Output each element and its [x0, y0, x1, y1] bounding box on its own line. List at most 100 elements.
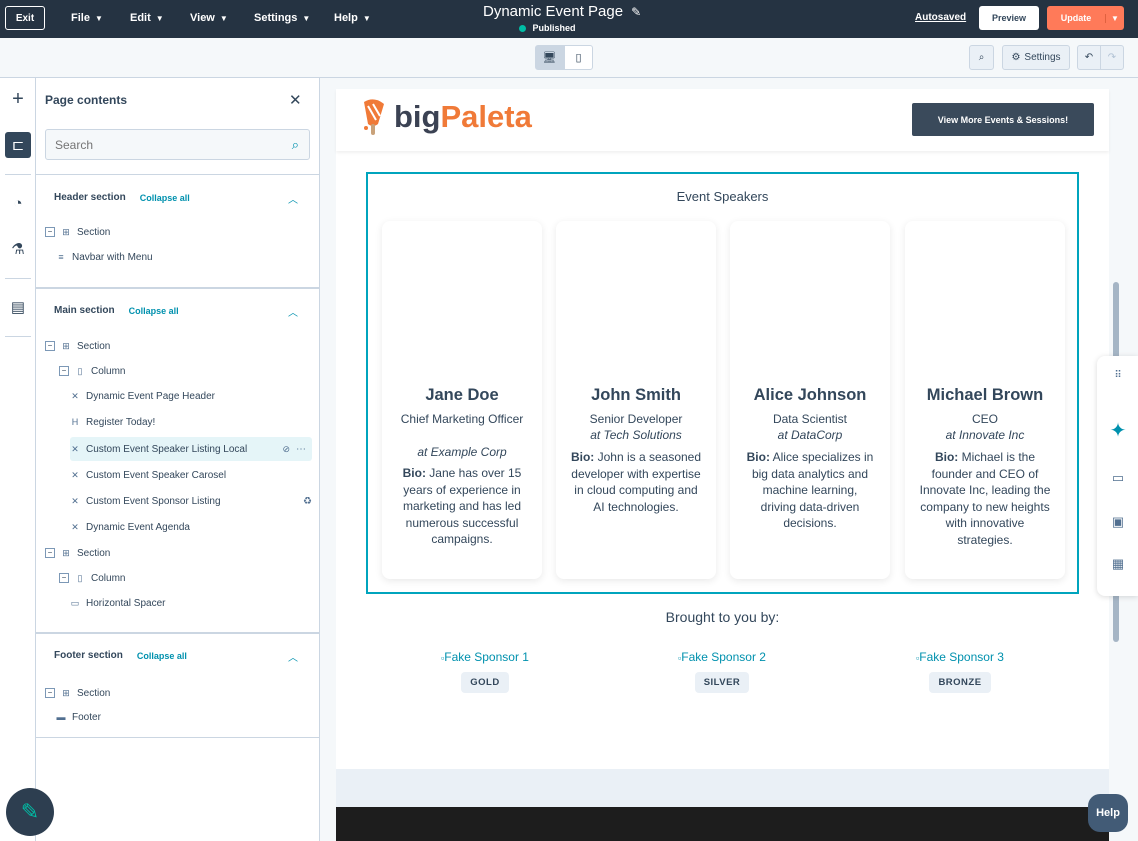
tree-item-footer[interactable]: ▬ Footer	[56, 707, 101, 727]
sponsor-tier-badge: GOLD	[461, 672, 509, 693]
more-options-icon[interactable]: ⋯	[296, 444, 306, 455]
desktop-view-button[interactable]: 🖥	[535, 45, 564, 70]
chevron-up-icon[interactable]: ︿	[288, 191, 298, 206]
collapse-all-link[interactable]: Collapse all	[129, 306, 179, 316]
group-header: Footer section Collapse all	[54, 650, 187, 661]
editor-canvas: big Paleta View More Events & Sessions! E…	[320, 78, 1138, 841]
spacer-section[interactable]	[336, 769, 1109, 807]
update-button[interactable]: Update ▼	[1047, 6, 1124, 30]
divider	[5, 174, 31, 175]
tree-item-module[interactable]: ▭ Horizontal Spacer	[70, 593, 166, 613]
tree-item-section[interactable]: − ⊞ Section	[45, 543, 110, 563]
undo-icon: ↶	[1084, 52, 1094, 63]
tree-item-label: Dynamic Event Page Header	[86, 390, 215, 402]
search-input[interactable]	[46, 130, 266, 159]
menu-file[interactable]: File ▼	[71, 12, 103, 24]
tree-item-label: Section	[77, 340, 111, 352]
help-button[interactable]: Help	[1088, 794, 1128, 832]
tree-item-module[interactable]: ✕ Dynamic Event Page Header	[70, 386, 215, 406]
comment-icon[interactable]: ▭	[1109, 470, 1127, 486]
menu-edit[interactable]: Edit ▼	[130, 12, 164, 24]
tree-item-section[interactable]: − ⊞ Section	[45, 683, 110, 703]
menu-settings[interactable]: Settings ▼	[254, 12, 310, 24]
calendar-icon[interactable]: ▦	[1109, 556, 1127, 572]
page-title-area: Dynamic Event Page ✎ Published	[483, 3, 658, 33]
tree-item-module[interactable]: ✕ Dynamic Event Agenda	[70, 517, 190, 537]
bio-label: Bio:	[934, 450, 959, 464]
module-icon: ✕	[71, 390, 79, 401]
speaker-name: Michael Brown	[926, 386, 1044, 404]
mobile-view-button[interactable]: ▯	[564, 45, 593, 70]
collapse-toggle-icon[interactable]: −	[45, 227, 55, 237]
menu-view[interactable]: View ▼	[190, 12, 228, 24]
tree-item-section[interactable]: − ⊞ Section	[45, 222, 110, 242]
layers-icon[interactable]: ⊏	[5, 132, 31, 158]
close-icon[interactable]: ✕	[289, 91, 302, 109]
exit-button[interactable]: Exit	[5, 6, 45, 30]
undo-button[interactable]: ↶	[1077, 45, 1101, 70]
tree-item-module-selected[interactable]: ✕ Custom Event Speaker Listing Local ⊘ ⋯	[70, 437, 312, 461]
chevron-down-icon[interactable]: ▼	[1105, 13, 1124, 23]
chevron-up-icon[interactable]: ︿	[288, 649, 298, 664]
site-header[interactable]: big Paleta View More Events & Sessions!	[336, 89, 1109, 151]
collapse-toggle-icon[interactable]: −	[59, 366, 69, 376]
speakers-title: Event Speakers	[676, 189, 769, 204]
tree-item-label: Custom Event Speaker Carosel	[86, 469, 227, 481]
grid-dots-icon[interactable]: ⠿	[1109, 370, 1127, 381]
tree-item-label: Navbar with Menu	[72, 251, 153, 263]
document-icon[interactable]: ▤	[5, 294, 31, 320]
search-button[interactable]: ⌕	[969, 45, 994, 70]
speaker-card: Jane Doe Chief Marketing Officer at Exam…	[382, 221, 542, 579]
speaker-role: Data Scientist	[772, 412, 848, 426]
sponsor-image[interactable]: ▫Fake Sponsor 2	[672, 650, 772, 664]
collapse-all-link[interactable]: Collapse all	[140, 193, 190, 203]
sponsor-image[interactable]: ▫Fake Sponsor 1	[435, 650, 535, 664]
collapse-toggle-icon[interactable]: −	[45, 548, 55, 558]
search-icon[interactable]: ⌕	[292, 137, 299, 153]
sparkle-icon[interactable]: ✦	[1109, 418, 1127, 443]
menu-label: File	[71, 12, 90, 24]
browser-icon[interactable]: ▣	[1109, 514, 1127, 530]
collapse-all-link[interactable]: Collapse all	[137, 651, 187, 661]
speaker-name: Alice Johnson	[753, 386, 867, 404]
heading-icon: H	[71, 417, 79, 427]
tree-item-section[interactable]: − ⊞ Section	[45, 336, 110, 356]
tree-item-module[interactable]: H Register Today!	[70, 412, 156, 432]
search-field[interactable]: ⌕	[45, 129, 310, 160]
chevron-up-icon[interactable]: ︿	[288, 304, 298, 319]
flask-icon[interactable]: ⚗	[5, 236, 31, 262]
collapse-toggle-icon[interactable]: −	[59, 573, 69, 583]
site-footer[interactable]	[336, 807, 1109, 841]
spacer-icon: ▭	[70, 597, 80, 608]
add-icon[interactable]: +	[5, 86, 31, 112]
redo-button[interactable]: ↷	[1100, 45, 1124, 70]
gauge-icon[interactable]: ◔	[5, 190, 31, 216]
tree-item-navbar[interactable]: ≡ Navbar with Menu	[56, 247, 153, 267]
panel-title: Page contents	[45, 93, 128, 107]
tree-item-column[interactable]: − ▯ Column	[59, 361, 125, 381]
speaker-card: Michael Brown CEO at Innovate Inc Bio: M…	[905, 221, 1065, 579]
tree-item-module[interactable]: ✕ Custom Event Sponsor Listing ♻	[70, 491, 312, 511]
sponsor-alt-text: Fake Sponsor 3	[919, 650, 1004, 664]
redo-icon: ↷	[1107, 52, 1117, 63]
tree-item-column[interactable]: − ▯ Column	[59, 568, 125, 588]
edit-fab-button[interactable]: ✎	[6, 788, 54, 836]
menu-help[interactable]: Help ▼	[334, 12, 371, 24]
chevron-down-icon: ▼	[155, 13, 164, 23]
collapse-toggle-icon[interactable]: −	[45, 688, 55, 698]
settings-label: Settings	[1024, 52, 1061, 63]
sponsor-image[interactable]: ▫Fake Sponsor 3	[910, 650, 1010, 664]
sponsor-item: ▫Fake Sponsor 3 BRONZE	[910, 650, 1010, 693]
collapse-toggle-icon[interactable]: −	[45, 341, 55, 351]
menu-label: View	[190, 12, 215, 24]
hide-icon[interactable]: ⊘	[282, 444, 290, 455]
preview-button[interactable]: Preview	[979, 6, 1039, 30]
tree-item-module[interactable]: ✕ Custom Event Speaker Carosel	[70, 465, 226, 485]
settings-button[interactable]: ⚙ Settings	[1002, 45, 1070, 70]
speaker-listing-module[interactable]: Event Speakers Jane Doe Chief Marketing …	[366, 172, 1079, 594]
pencil-icon[interactable]: ✎	[631, 5, 641, 19]
view-more-events-button[interactable]: View More Events & Sessions!	[912, 103, 1094, 136]
speaker-role: Senior Developer	[589, 412, 683, 426]
page-title[interactable]: Dynamic Event Page	[483, 3, 623, 20]
autosaved-link[interactable]: Autosaved	[915, 12, 966, 23]
